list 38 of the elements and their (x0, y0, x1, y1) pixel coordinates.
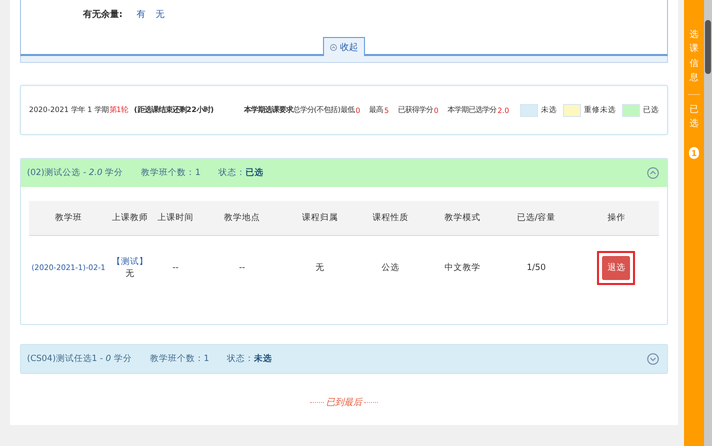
column-header: 上课时间 (152, 201, 200, 236)
status-label: 状态： (218, 167, 246, 179)
collapse-icon[interactable] (647, 167, 659, 179)
course-header[interactable]: (CS04)测试任选1 - 0 学分 教学班个数：1 状态：未选 (21, 345, 667, 373)
course-title: (02)测试公选 - 2.0 学分 (27, 167, 124, 179)
filter-option[interactable]: 有 (136, 8, 146, 21)
table-cell: 无 (316, 263, 325, 273)
status-value: 未选 (254, 353, 272, 365)
filter-label: 有无余量: (83, 8, 123, 21)
column-header: 教学地点 (199, 201, 285, 236)
status-label: 状态： (227, 354, 254, 365)
table-cell: 1/50 (526, 263, 546, 273)
column-header: 教学班 (29, 201, 108, 236)
end-of-list-text: 已到最后 (310, 396, 378, 409)
count-badge: 1 (689, 147, 699, 160)
table-cell: -- (238, 263, 246, 273)
class-count: 教学班个数：1 (150, 353, 210, 365)
drop-button[interactable]: 退选 (602, 256, 630, 280)
table-cell: -- (172, 263, 179, 273)
column-header: 课程性质 (355, 201, 426, 236)
class-count: 教学班个数：1 (141, 167, 201, 179)
expand-icon[interactable] (647, 353, 659, 365)
status-value: 已选 (246, 167, 264, 179)
teacher-tag: 【测试】 (112, 257, 148, 267)
column-header: 已选/容量 (498, 201, 574, 236)
column-header: 教学模式 (426, 201, 499, 236)
column-header: 课程归属 (284, 201, 356, 236)
scrollbar-thumb[interactable] (705, 20, 711, 74)
filter-option[interactable]: 无 (156, 8, 165, 21)
course-header[interactable]: (02)测试公选 - 2.0 学分 教学班个数：1 状态：已选 (21, 159, 667, 187)
table-cell: 中文教学 (444, 263, 480, 273)
collapse-icon (330, 44, 337, 51)
column-header: 上课教师 (108, 201, 152, 236)
column-header: 操作 (574, 201, 659, 236)
table-cell: 公选 (382, 263, 400, 273)
course-title: (CS04)测试任选1 - 0 学分 (27, 353, 132, 365)
table-cell: 无 (125, 269, 134, 279)
collapse-tab[interactable]: 收起 (323, 37, 365, 56)
